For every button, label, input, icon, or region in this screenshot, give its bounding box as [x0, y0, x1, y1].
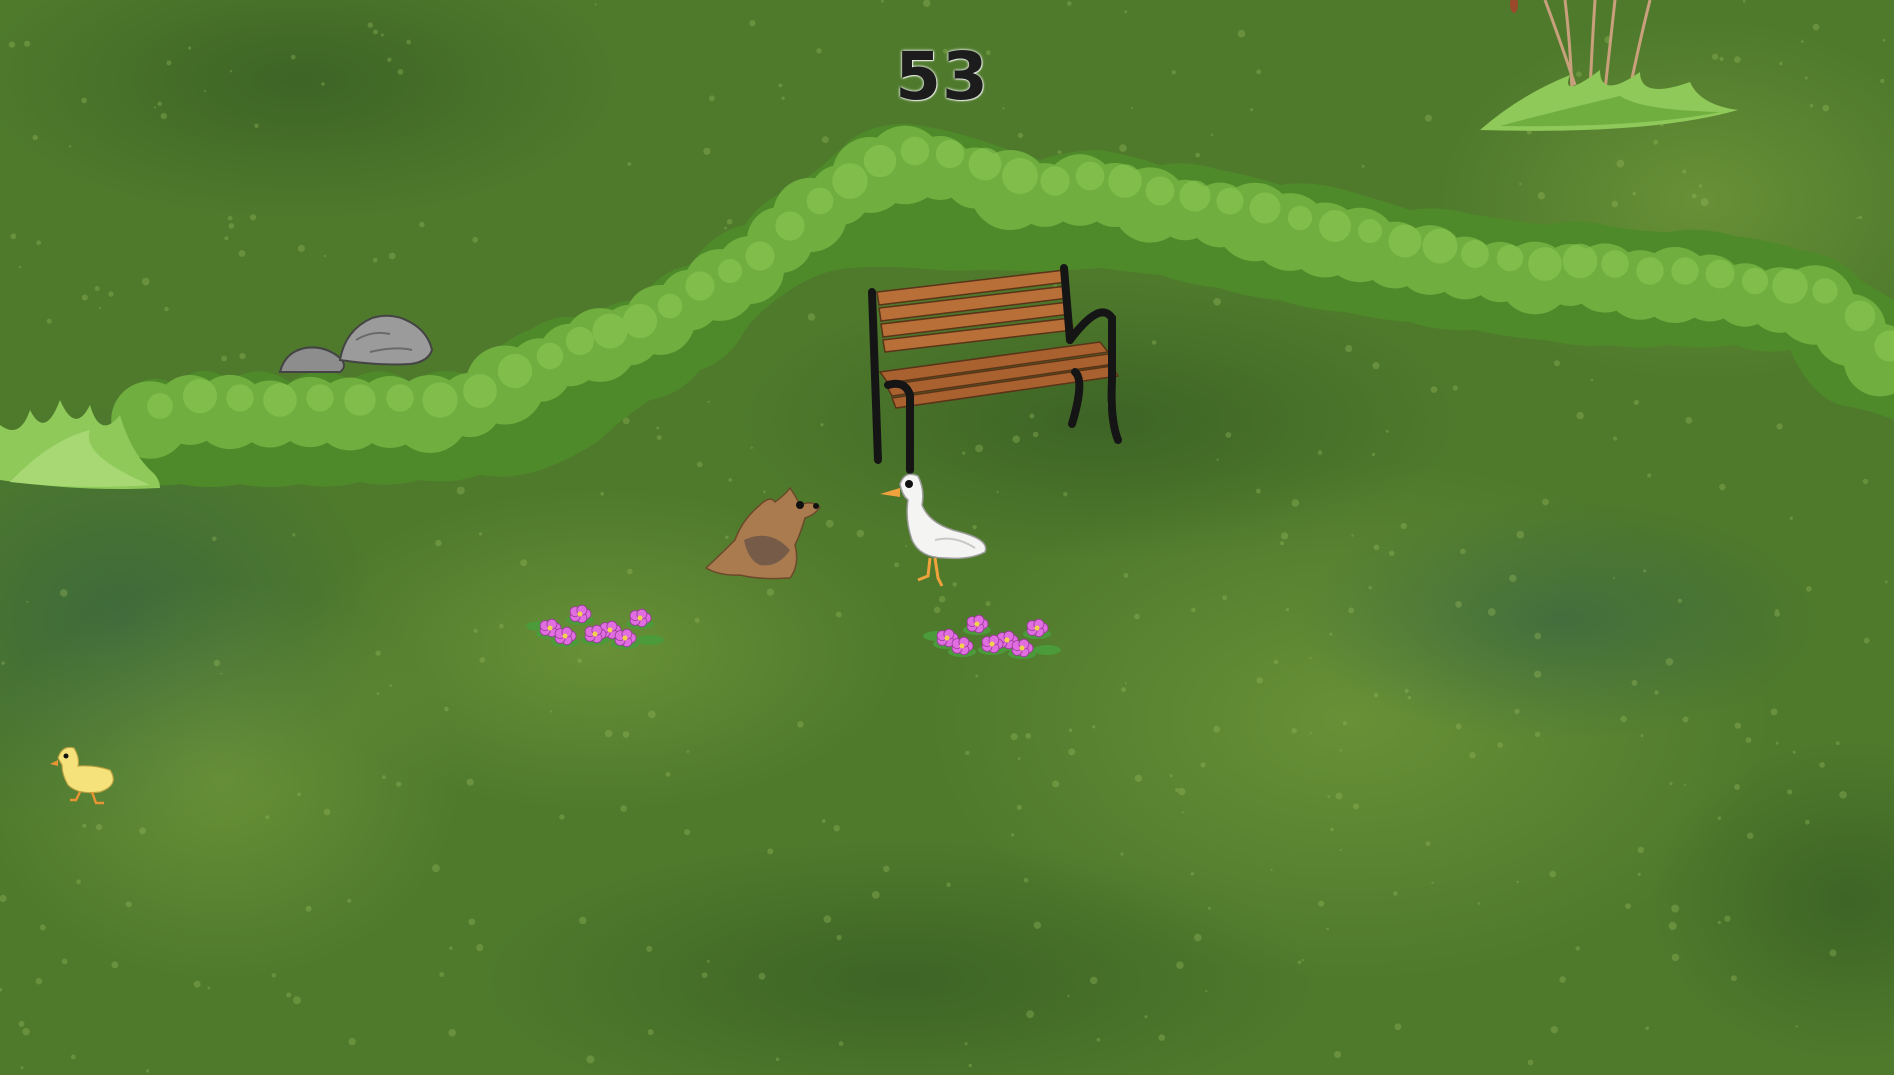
park-canvas: [0, 0, 1894, 1075]
score-counter: 53: [895, 38, 989, 115]
game-scene: 53: [0, 0, 1894, 1075]
